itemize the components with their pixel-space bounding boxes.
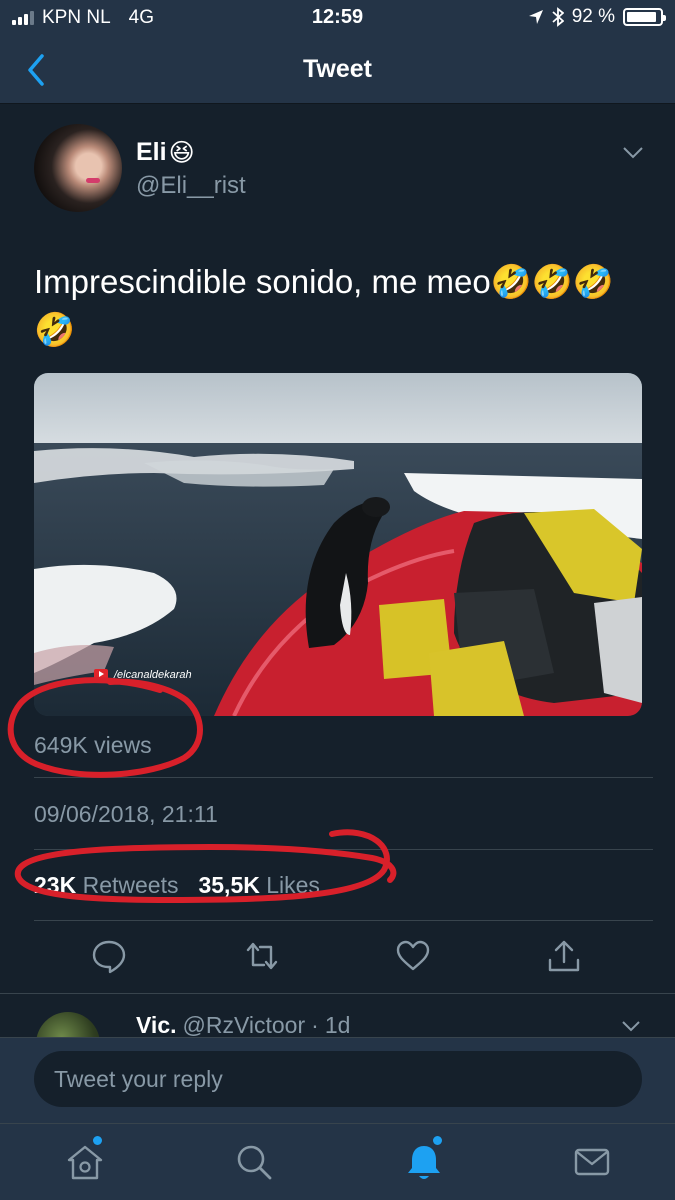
reply-bar xyxy=(0,1037,675,1123)
reply-age: 1d xyxy=(324,1012,351,1037)
nav-bar: Tweet xyxy=(0,36,675,104)
tweet-video[interactable]: /elcanaldekarah xyxy=(34,373,642,716)
reply-preview[interactable]: Vic. @RzVictoor · 1d xyxy=(0,993,675,1037)
tweet-actions xyxy=(0,938,675,982)
tweet-stats: 23K Retweets 35,5K Likes xyxy=(34,872,320,899)
divider xyxy=(34,849,653,850)
battery-percent: 92 % xyxy=(571,6,615,27)
like-icon[interactable] xyxy=(395,938,431,974)
retweet-icon[interactable] xyxy=(244,938,280,974)
retweets-count: 23K xyxy=(34,872,77,898)
status-bar: KPN NL 4G 12:59 92 % xyxy=(0,0,675,36)
chevron-down-icon[interactable] xyxy=(622,146,644,160)
reply-icon[interactable] xyxy=(91,938,127,974)
home-icon[interactable] xyxy=(63,1140,107,1184)
author-handle[interactable]: @Eli__rist xyxy=(136,172,246,200)
reply-input[interactable] xyxy=(34,1051,642,1107)
page-title: Tweet xyxy=(303,55,372,83)
location-icon xyxy=(528,10,543,24)
reply-meta: Vic. @RzVictoor · 1d xyxy=(136,1012,350,1037)
tweet-timestamp: 09/06/2018, 21:11 xyxy=(34,801,218,827)
likes-label: Likes xyxy=(266,872,320,898)
avatar[interactable] xyxy=(34,124,122,212)
video-watermark: /elcanaldekarah xyxy=(113,669,192,681)
tab-bar xyxy=(0,1123,675,1200)
tweet-text: Imprescindible sonido, me meo🤣🤣🤣🤣 xyxy=(34,263,614,348)
retweets-label: Retweets xyxy=(82,872,179,898)
author-name[interactable]: Eli 😆 xyxy=(136,138,195,167)
battery-icon xyxy=(623,8,666,26)
share-icon[interactable] xyxy=(546,938,582,974)
chevron-down-icon[interactable] xyxy=(621,1020,641,1032)
reply-separator: · xyxy=(311,1012,319,1037)
notifications-icon[interactable] xyxy=(402,1140,446,1184)
tweet-author: Eli 😆 @Eli__rist xyxy=(34,124,644,216)
author-name-text: Eli xyxy=(136,138,167,166)
view-count: 649K views xyxy=(34,732,152,758)
likes-stat[interactable]: 35,5K Likes xyxy=(198,872,319,899)
retweets-stat[interactable]: 23K Retweets xyxy=(34,872,178,899)
likes-count: 35,5K xyxy=(198,872,260,898)
divider xyxy=(34,920,653,921)
status-right: 92 % xyxy=(528,6,666,28)
notifications-badge xyxy=(433,1136,442,1145)
search-icon[interactable] xyxy=(232,1140,276,1184)
home-badge xyxy=(93,1136,102,1145)
bluetooth-icon xyxy=(552,7,564,27)
author-emoji: 😆 xyxy=(168,138,195,167)
reply-author-handle: @RzVictoor xyxy=(182,1012,306,1037)
messages-icon[interactable] xyxy=(570,1140,614,1184)
avatar[interactable] xyxy=(36,1012,100,1037)
battery-level xyxy=(627,12,657,22)
video-thumbnail: /elcanaldekarah xyxy=(34,373,642,716)
reply-author-name: Vic. xyxy=(136,1012,177,1037)
divider xyxy=(34,777,653,778)
